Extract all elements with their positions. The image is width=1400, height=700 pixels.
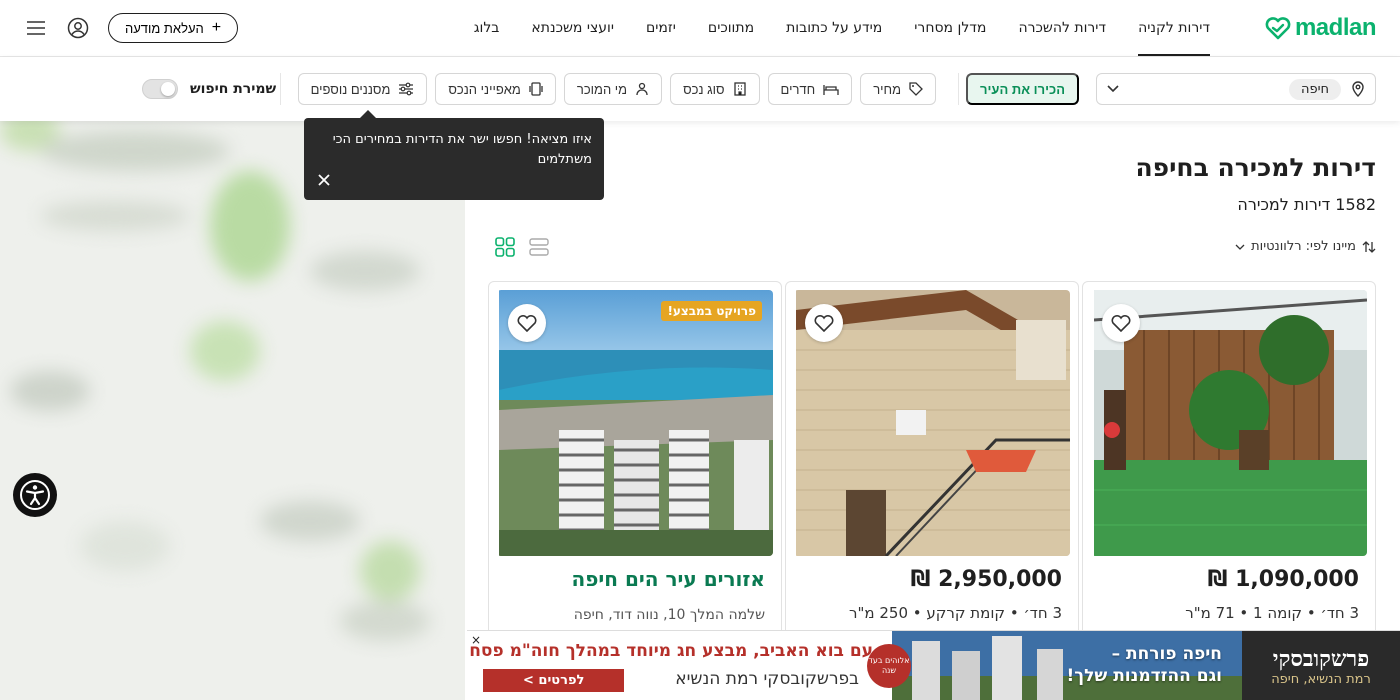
- filter-price[interactable]: מחיר: [860, 73, 936, 105]
- ad-headline-line1: חיפה פורחת –: [1111, 644, 1222, 664]
- main-nav: דירות לקניה דירות להשכרה מדלן מסחרי מידע…: [474, 0, 1210, 56]
- favorite-button[interactable]: [508, 304, 546, 342]
- nav-commercial[interactable]: מדלן מסחרי: [914, 0, 986, 56]
- map-panel[interactable]: [0, 121, 465, 700]
- plus-icon: +: [211, 19, 222, 36]
- filter-buttons: מחיר חדרים סוג נכס מי המוכר מאפייני הנכס…: [297, 73, 936, 105]
- listing-photo[interactable]: [1091, 290, 1367, 556]
- upload-label: העלאת מודעה: [125, 20, 204, 36]
- listing-photo[interactable]: [794, 290, 1070, 556]
- project-badge: פרויקט במבצע!: [661, 301, 762, 321]
- hamburger-icon[interactable]: [24, 16, 48, 40]
- map-blurred-tiles: [0, 121, 465, 700]
- sort-arrows-icon: [1362, 240, 1376, 253]
- filter-bar: חיפה הכירו את העיר מחיר חדרים סוג נכס מי…: [0, 57, 1400, 121]
- favorite-button[interactable]: [1102, 304, 1140, 342]
- listing-price: 1,090,000 ₪: [1207, 567, 1359, 592]
- ad-details-button[interactable]: לפרטים >: [483, 669, 625, 692]
- location-pin-icon: [1352, 81, 1364, 97]
- project-address: שלמה המלך 10, נווה דוד, חיפה: [573, 607, 765, 623]
- know-city-button[interactable]: הכירו את העיר: [966, 73, 1079, 105]
- ad-headline: חיפה פורחת – וגם ההזדמנות שלך!: [1067, 643, 1222, 687]
- nav-blog[interactable]: בלוג: [474, 0, 500, 56]
- grid-view-icon[interactable]: [495, 237, 515, 257]
- ad-close-button[interactable]: ×: [471, 633, 481, 647]
- seller-icon: [636, 82, 648, 96]
- project-photo[interactable]: פרויקט במבצע!: [497, 290, 773, 556]
- ad-brand: פרשקובסקי רמת הנשיא, חיפה: [1242, 631, 1400, 700]
- save-search-toggle[interactable]: [142, 79, 178, 99]
- save-search-label: שמירת חיפוש: [190, 81, 277, 97]
- nav-actions: + העלאת מודעה: [24, 13, 239, 43]
- results-count: 1582 דירות למכירה: [1237, 195, 1376, 214]
- upload-listing-button[interactable]: + העלאת מודעה: [108, 13, 239, 43]
- nav-buy[interactable]: דירות לקניה: [1138, 0, 1210, 56]
- filter-more[interactable]: מסננים נוספים: [297, 73, 428, 105]
- ad-seal: אלוהים בעד שנה: [867, 644, 911, 688]
- listing-details: 3 חד׳ • קומת קרקע • 250 מ"ר: [849, 604, 1062, 622]
- sort-label: מיינו לפי: רלוונטיות: [1251, 239, 1356, 254]
- nav-mortgage[interactable]: יועצי משכנתא: [531, 0, 614, 56]
- bed-icon: [823, 85, 839, 95]
- filter-price-label: מחיר: [873, 81, 901, 97]
- listing-details: 3 חד׳ • קומה 1 • 71 מ"ר: [1185, 604, 1359, 622]
- filter-rooms-label: חדרים: [780, 81, 816, 97]
- user-icon[interactable]: [66, 16, 90, 40]
- filter-more-label: מסננים נוספים: [310, 81, 391, 97]
- top-nav: madlan דירות לקניה דירות להשכרה מדלן מסח…: [0, 0, 1400, 57]
- sliders-icon: [399, 82, 414, 96]
- heart-icon: [517, 314, 537, 332]
- filter-rooms[interactable]: חדרים: [767, 73, 853, 105]
- ad-line2: בפרשקובסקי רמת הנשיא: [675, 669, 859, 689]
- filter-seller[interactable]: מי המוכר: [563, 73, 663, 105]
- view-toggle: [495, 237, 549, 257]
- project-name: אזורים עיר הים חיפה: [571, 567, 765, 591]
- ad-brand-name: פרשקובסקי: [1272, 645, 1370, 672]
- toggle-knob: [161, 82, 175, 96]
- ad-copy: עם בוא האביב, מבצע חג מיוחד במהלך חוה"מ …: [469, 637, 873, 697]
- list-view-icon[interactable]: [529, 237, 549, 257]
- filter-features[interactable]: מאפייני הנכס: [435, 73, 556, 105]
- madlan-logo[interactable]: madlan: [1265, 14, 1377, 42]
- building-icon: [733, 82, 746, 96]
- filter-seller-label: מי המוכר: [576, 81, 628, 97]
- heart-logo-icon: [1265, 17, 1291, 40]
- location-chip[interactable]: חיפה: [1288, 78, 1341, 100]
- accessibility-button[interactable]: [13, 473, 57, 517]
- chevron-down-icon: [1235, 244, 1245, 250]
- heart-icon: [1111, 314, 1131, 332]
- chevron-down-icon[interactable]: [1107, 85, 1119, 93]
- nav-rent[interactable]: דירות להשכרה: [1018, 0, 1106, 56]
- favorite-button[interactable]: [805, 304, 843, 342]
- filter-features-label: מאפייני הנכס: [448, 81, 521, 97]
- ad-line1: עם בוא האביב, מבצע חג מיוחד במהלך חוה"מ …: [469, 641, 873, 661]
- nav-agents[interactable]: מתווכים: [708, 0, 754, 56]
- logo-text: madlan: [1294, 14, 1377, 41]
- filter-divider: [958, 73, 959, 105]
- ad-banner[interactable]: × פרשקובסקי רמת הנשיא, חיפה חיפה פורחת –…: [467, 630, 1400, 700]
- sort-dropdown[interactable]: מיינו לפי: רלוונטיות: [1235, 239, 1376, 254]
- deal-tooltip: איזו מציאה! חפשו ישר את הדירות במחירים ה…: [304, 110, 604, 200]
- location-search[interactable]: חיפה: [1096, 73, 1376, 105]
- save-search: שמירת חיפוש: [142, 79, 276, 99]
- ad-photo: חיפה פורחת – וגם ההזדמנות שלך!: [892, 631, 1242, 700]
- filter-property-type-label: סוג נכס: [683, 81, 725, 97]
- tooltip-text: איזו מציאה! חפשו ישר את הדירות במחירים ה…: [332, 132, 592, 167]
- filter-divider-2: [280, 73, 281, 105]
- nav-developers[interactable]: יזמים: [646, 0, 676, 56]
- close-icon[interactable]: [316, 172, 332, 188]
- accessibility-icon: [20, 480, 50, 510]
- tag-icon: [909, 82, 923, 96]
- listing-panel: דירות למכירה בחיפה 1582 דירות למכירה מיי…: [465, 121, 1400, 700]
- nav-address-info[interactable]: מידע על כתובות: [786, 0, 882, 56]
- ad-headline-line2: וגם ההזדמנות שלך!: [1066, 666, 1222, 686]
- features-icon: [529, 82, 543, 96]
- listing-price: 2,950,000 ₪: [910, 567, 1062, 592]
- filter-property-type[interactable]: סוג נכס: [670, 73, 760, 105]
- page-title: דירות למכירה בחיפה: [1135, 153, 1376, 182]
- ad-brand-location: רמת הנשיא, חיפה: [1271, 671, 1371, 687]
- heart-icon: [814, 314, 834, 332]
